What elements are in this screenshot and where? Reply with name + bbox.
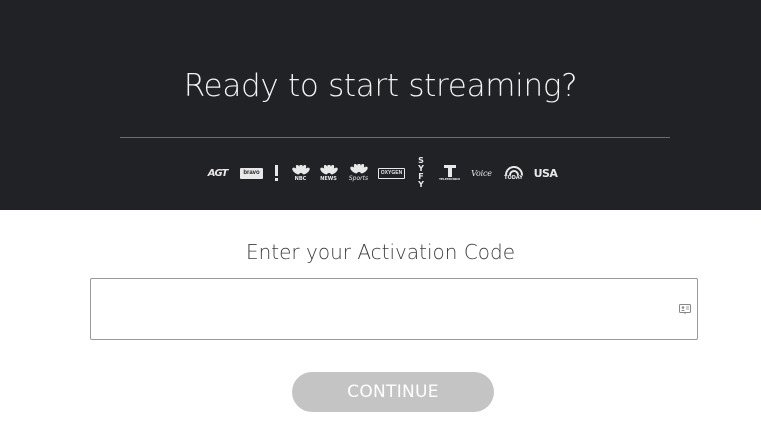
e-icon <box>275 165 278 181</box>
telemundo-logo: TELEMUNDO <box>439 162 461 184</box>
usa-logo-text: USA <box>533 166 558 180</box>
activation-code-field[interactable] <box>90 278 698 340</box>
contact-card-icon <box>679 304 691 315</box>
agt-logo: AGT <box>203 162 233 184</box>
peacock-icon <box>291 164 310 174</box>
the-voice-logo: Voice <box>469 162 495 184</box>
nbc-logo-text: NBC <box>294 175 307 182</box>
e-logo <box>271 162 283 184</box>
hero-divider <box>120 137 670 138</box>
continue-button[interactable]: CONTINUE <box>292 372 494 412</box>
oxygen-logo: OXYGEN <box>377 162 406 184</box>
nbc-sports-logo: Sports <box>347 162 371 184</box>
peacock-icon <box>349 164 368 174</box>
today-logo-text: TODAY <box>504 175 523 181</box>
network-logo-row: AGT bravo NBC NEWS Sports OXYGEN SY FY T… <box>0 157 761 189</box>
agt-logo-text: AGT <box>207 167 229 179</box>
the-voice-logo-text: Voice <box>471 168 492 178</box>
activation-code-label: Enter your Activation Code <box>245 240 516 264</box>
nbc-news-logo-text: NEWS <box>320 175 337 182</box>
oxygen-logo-text: OXYGEN <box>377 167 406 179</box>
today-logo: TODAY <box>503 162 525 184</box>
nbc-news-logo: NEWS <box>319 162 339 184</box>
peacock-icon <box>319 164 338 174</box>
activation-form: Enter your Activation Code CONTINUE <box>0 210 761 443</box>
hero-banner: Ready to start streaming? AGT bravo NBC … <box>0 0 761 210</box>
sunrise-icon <box>504 166 523 175</box>
nbc-sports-logo-text: Sports <box>348 175 369 182</box>
activation-code-input[interactable] <box>91 279 697 339</box>
telemundo-logo-text: TELEMUNDO <box>438 177 461 181</box>
telemundo-icon <box>443 165 456 177</box>
bravo-logo: bravo <box>240 162 263 184</box>
nbc-logo: NBC <box>291 162 311 184</box>
page-title: Ready to start streaming? <box>183 68 578 104</box>
syfy-logo-text: SY FY <box>418 156 425 189</box>
bravo-logo-text: bravo <box>240 167 263 179</box>
syfy-logo: SY FY <box>413 157 431 189</box>
usa-logo: USA <box>533 162 559 184</box>
